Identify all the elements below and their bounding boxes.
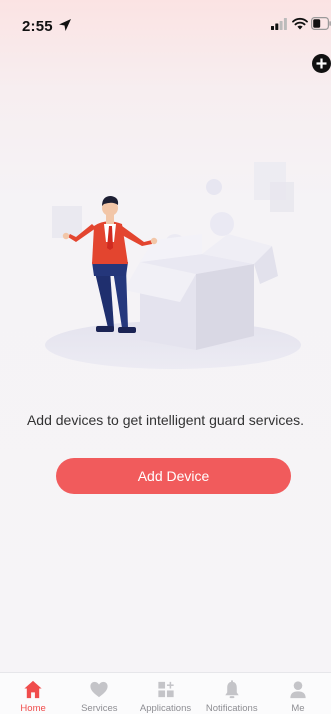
tab-applications[interactable]: Applications — [132, 673, 198, 714]
apps-grid-icon — [157, 681, 174, 698]
tab-services-label: Services — [81, 703, 118, 714]
location-arrow-icon — [59, 19, 71, 31]
person-icon — [290, 681, 306, 699]
bell-icon — [225, 680, 239, 699]
status-time: 2:55 — [22, 18, 53, 35]
add-plus-icon[interactable] — [312, 54, 331, 73]
empty-state-message: Add devices to get intelligent guard ser… — [26, 412, 305, 428]
battery-icon — [311, 17, 331, 30]
tab-notifications-label: Notifications — [205, 703, 258, 714]
tab-notifications[interactable]: Notifications — [199, 673, 265, 714]
tab-services[interactable]: Services — [66, 673, 132, 714]
empty-state-illustration — [45, 162, 301, 369]
bottom-tab-bar: Home Services Applications Notifications… — [0, 672, 331, 714]
add-device-button[interactable]: Add Device — [56, 458, 291, 494]
tab-me[interactable]: Me — [265, 673, 331, 714]
tab-home[interactable]: Home — [0, 673, 66, 714]
status-bar: 2:55 — [0, 0, 331, 44]
tab-applications-label: Applications — [139, 703, 192, 714]
heart-icon — [90, 681, 108, 698]
tab-home-label: Home — [20, 703, 46, 714]
home-icon — [24, 680, 42, 699]
cellular-signal-icon — [271, 18, 287, 30]
tab-me-label: Me — [291, 703, 305, 714]
wifi-icon — [292, 17, 308, 30]
